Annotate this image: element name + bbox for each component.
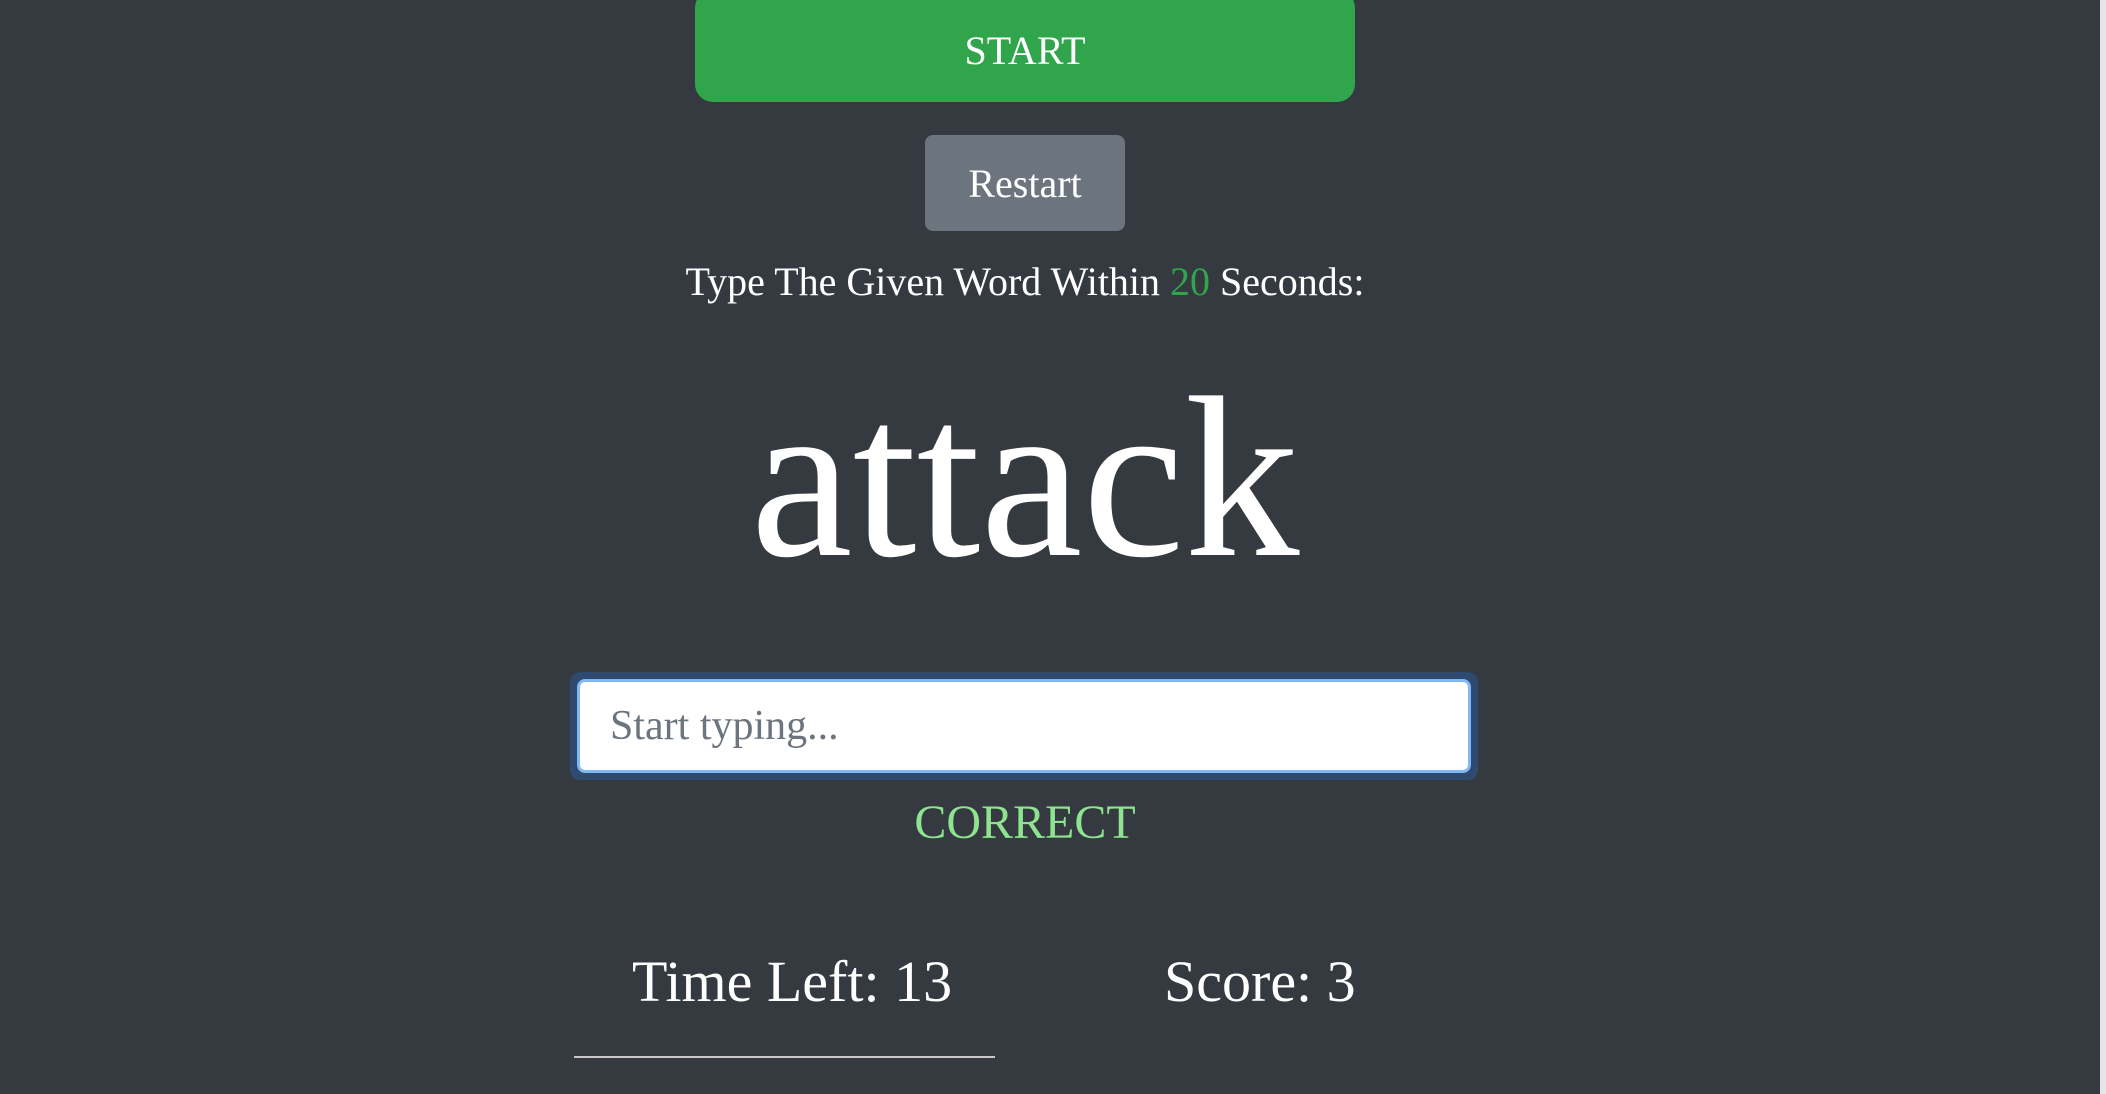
word-input[interactable] xyxy=(577,679,1471,773)
instruction-suffix: Seconds: xyxy=(1220,259,1365,304)
result-message: CORRECT xyxy=(914,796,1136,849)
restart-button[interactable]: Restart xyxy=(925,135,1125,231)
seconds-value: 20 xyxy=(1170,259,1211,304)
instruction-text: Type The Given Word Within 20 Seconds: xyxy=(0,258,2050,305)
divider xyxy=(574,1056,995,1058)
start-button[interactable]: START xyxy=(695,0,1355,102)
score: Score: 3 xyxy=(1164,949,1356,1014)
time-left: Time Left: 13 xyxy=(632,949,953,1014)
scrollbar[interactable] xyxy=(2100,0,2106,1094)
instruction-prefix: Type The Given Word Within xyxy=(685,259,1161,304)
current-word: attack xyxy=(750,350,1300,605)
